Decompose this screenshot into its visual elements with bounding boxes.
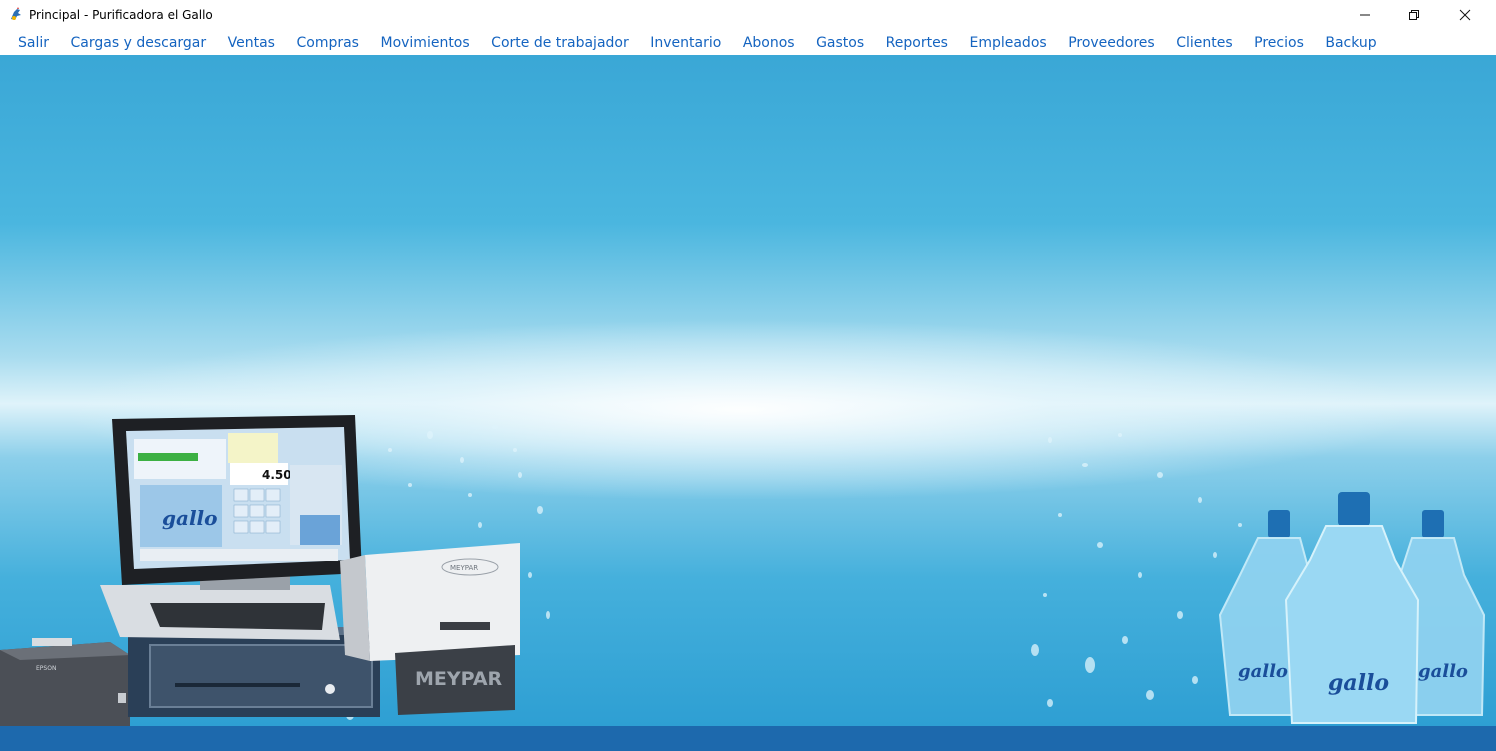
restore-icon: [1409, 10, 1419, 20]
menu-bar: Salir Cargas y descargar Ventas Compras …: [0, 30, 1496, 55]
menu-movimientos[interactable]: Movimientos: [380, 35, 469, 51]
main-background: EPSON 4.50 gallo MEYPAR MEYPAR gallo gal…: [0, 55, 1496, 726]
close-icon: [1459, 9, 1471, 21]
title-bar: Principal - Purificadora el Gallo: [0, 0, 1496, 30]
bottle-right-logo: gallo: [1418, 661, 1468, 682]
minimize-button[interactable]: [1342, 0, 1388, 30]
background-illustration: EPSON 4.50 gallo MEYPAR MEYPAR gallo gal…: [0, 415, 1486, 726]
pos-terminal: 4.50 gallo: [112, 415, 362, 585]
menu-precios[interactable]: Precios: [1254, 35, 1304, 51]
pos-logo-text: gallo: [162, 506, 217, 530]
menu-clientes[interactable]: Clientes: [1176, 35, 1232, 51]
menu-cargas-y-descargar[interactable]: Cargas y descargar: [71, 35, 207, 51]
menu-inventario[interactable]: Inventario: [650, 35, 721, 51]
menu-abonos[interactable]: Abonos: [743, 35, 795, 51]
bottle-center: gallo: [1284, 492, 1420, 724]
close-button[interactable]: [1442, 0, 1488, 30]
pos-amount: 4.50: [262, 468, 292, 482]
menu-compras[interactable]: Compras: [296, 35, 359, 51]
menu-empleados[interactable]: Empleados: [969, 35, 1046, 51]
footer-band: [0, 726, 1496, 751]
bottle-left-logo: gallo: [1238, 661, 1288, 682]
meypar-small-label: MEYPAR: [450, 564, 478, 572]
meypar-label: MEYPAR: [415, 668, 503, 690]
menu-ventas[interactable]: Ventas: [228, 35, 275, 51]
menu-corte-de-trabajador[interactable]: Corte de trabajador: [491, 35, 629, 51]
water-bottles: gallo gallo gallo: [1218, 492, 1486, 724]
menu-gastos[interactable]: Gastos: [816, 35, 864, 51]
restore-button[interactable]: [1391, 0, 1437, 30]
receipt-printer: EPSON: [0, 638, 130, 726]
menu-proveedores[interactable]: Proveedores: [1068, 35, 1155, 51]
menu-backup[interactable]: Backup: [1325, 35, 1376, 51]
water-droplets-right: [1031, 433, 1242, 707]
menu-reportes[interactable]: Reportes: [886, 35, 948, 51]
bottle-center-logo: gallo: [1328, 670, 1389, 696]
window-title: Principal - Purificadora el Gallo: [29, 8, 213, 22]
minimize-icon: [1360, 14, 1370, 16]
rooster-app-icon: [11, 7, 21, 20]
printer-brand: EPSON: [36, 665, 56, 672]
menu-salir[interactable]: Salir: [18, 35, 49, 51]
